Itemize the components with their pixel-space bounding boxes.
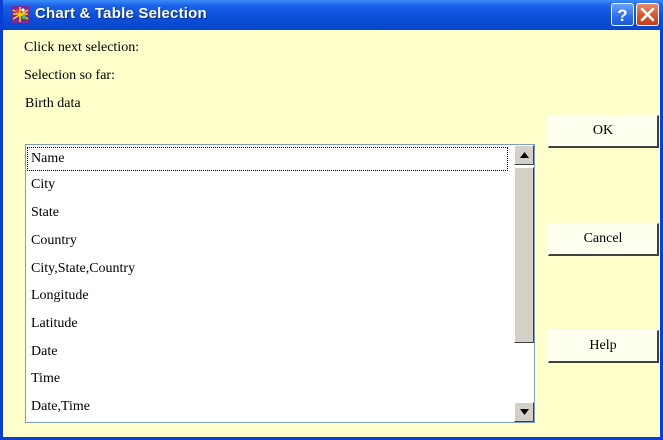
list-item[interactable]: Latitude bbox=[31, 316, 78, 332]
help-button[interactable]: Help bbox=[548, 330, 659, 363]
scroll-thumb[interactable] bbox=[514, 167, 534, 343]
ok-button[interactable]: OK bbox=[548, 115, 659, 148]
window-title: Chart & Table Selection bbox=[35, 5, 207, 22]
category-label: Birth data bbox=[25, 96, 81, 111]
list-item[interactable]: Date,Time bbox=[31, 399, 90, 415]
list-item[interactable]: Date bbox=[31, 344, 57, 360]
list-item[interactable]: City,State,Country bbox=[31, 261, 135, 277]
list-item[interactable]: Time bbox=[31, 371, 60, 387]
app-icon bbox=[12, 6, 29, 23]
list-item[interactable]: State bbox=[31, 205, 59, 221]
arrow-down-icon bbox=[520, 409, 529, 415]
vertical-scrollbar[interactable] bbox=[514, 145, 534, 422]
selection-listbox[interactable]: Name City State Country City,State,Count… bbox=[25, 144, 535, 423]
dialog-window: Chart & Table Selection ? Click next sel… bbox=[0, 0, 663, 440]
close-icon bbox=[640, 7, 655, 22]
list-item[interactable]: Name bbox=[27, 147, 508, 171]
cancel-button[interactable]: Cancel bbox=[548, 223, 659, 256]
question-icon: ? bbox=[617, 6, 627, 25]
scroll-up-button[interactable] bbox=[514, 145, 534, 165]
selection-so-far-label: Selection so far: bbox=[24, 68, 115, 83]
title-close-button[interactable] bbox=[636, 3, 659, 26]
svg-text:?: ? bbox=[617, 6, 627, 25]
prompt-label: Click next selection: bbox=[24, 40, 140, 55]
title-bar[interactable]: Chart & Table Selection ? bbox=[3, 0, 663, 30]
title-help-button[interactable]: ? bbox=[611, 3, 634, 26]
list-item[interactable]: City bbox=[31, 177, 55, 193]
arrow-up-icon bbox=[520, 152, 529, 158]
list-item[interactable]: Country bbox=[31, 233, 77, 249]
scroll-down-button[interactable] bbox=[514, 402, 534, 422]
list-item[interactable]: Longitude bbox=[31, 288, 89, 304]
